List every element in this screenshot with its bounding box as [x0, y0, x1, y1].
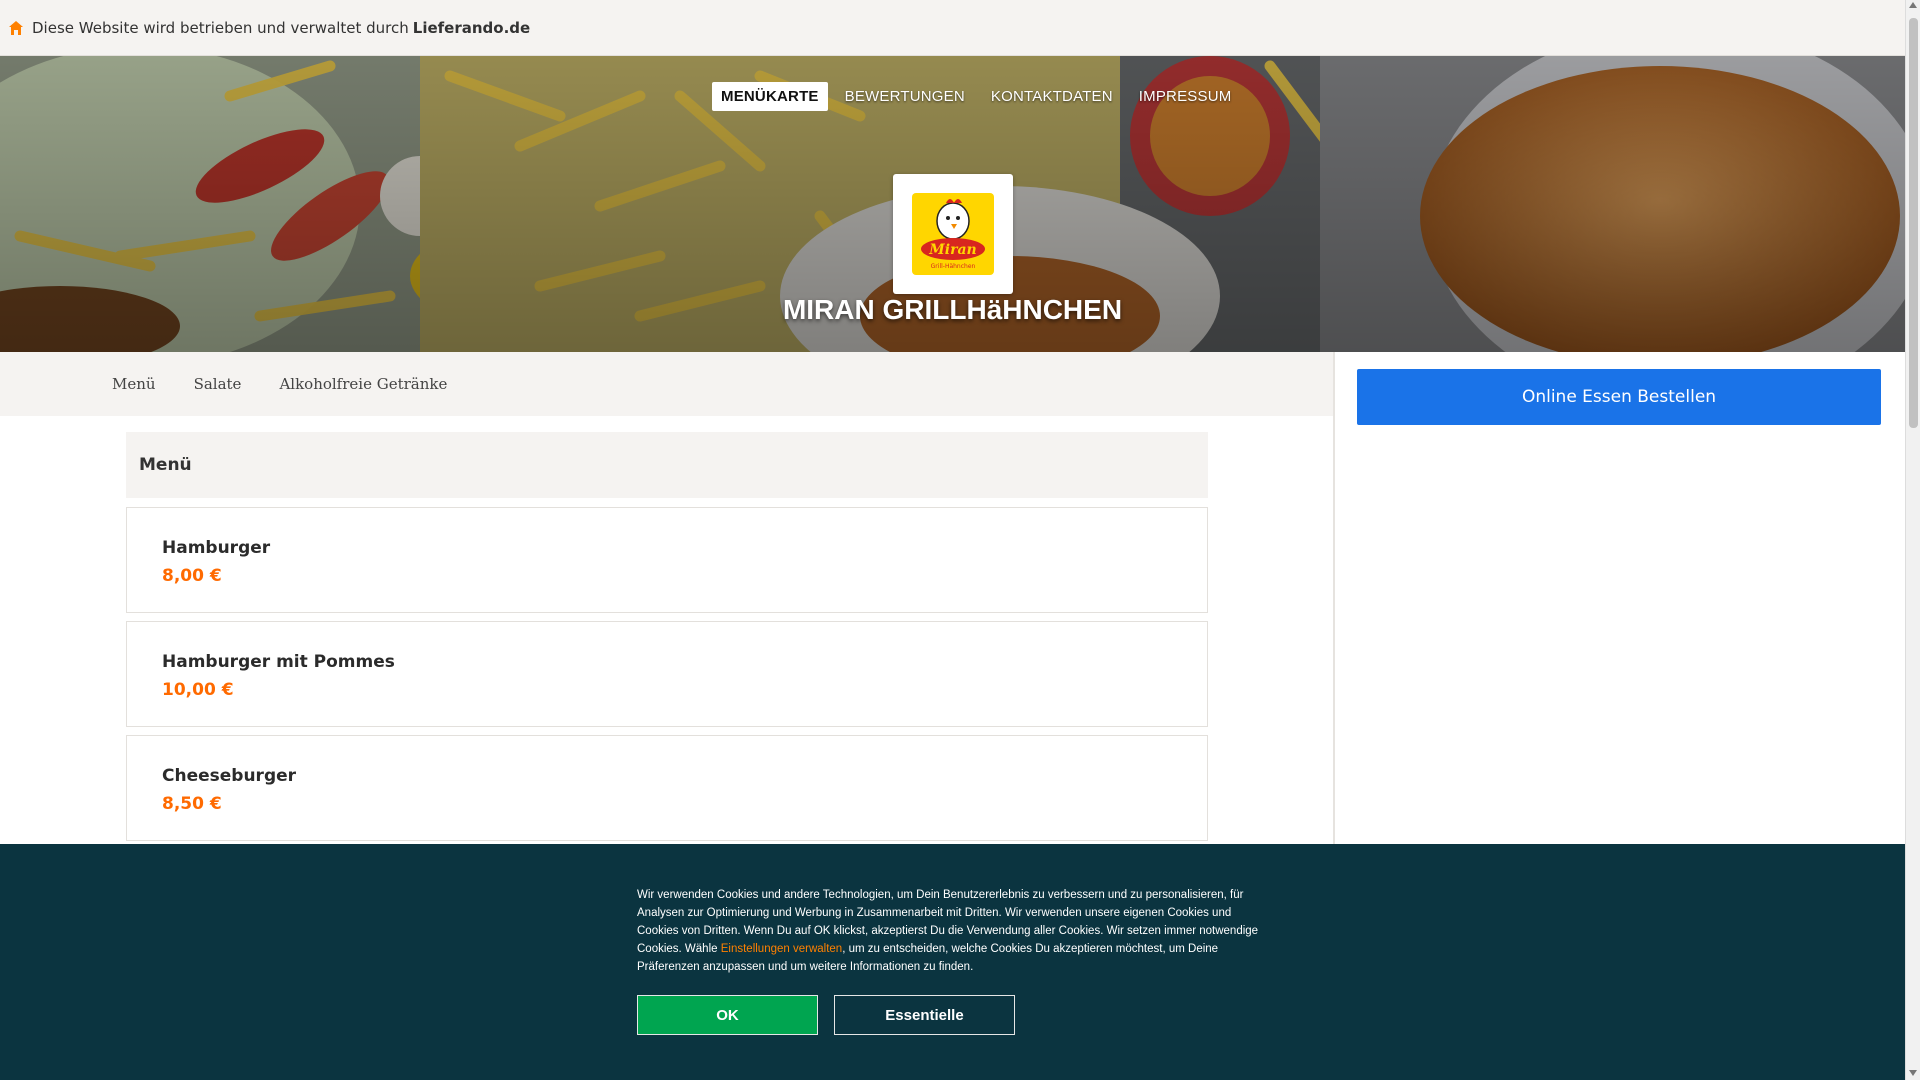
cookie-settings-link[interactable]: Einstellungen verwalten — [721, 943, 842, 955]
category-menu[interactable]: Menü — [112, 375, 156, 393]
item-name: Cheeseburger — [162, 766, 297, 786]
scroll-down-icon[interactable] — [1909, 1070, 1917, 1076]
menu-item[interactable]: Hamburger 8,00 € — [126, 507, 1208, 613]
cookie-ok-button[interactable]: OK — [637, 995, 818, 1035]
item-name: Hamburger — [162, 538, 271, 558]
category-soft-drinks[interactable]: Alkoholfreie Getränke — [279, 375, 447, 393]
cookie-essential-button[interactable]: Essentielle — [834, 995, 1015, 1035]
nav-menu[interactable]: MENÜKARTE — [712, 82, 828, 111]
hero-banner: MENÜKARTE BEWERTUNGEN KONTAKTDATEN IMPRE… — [0, 56, 1905, 352]
page-scrollbar[interactable] — [1905, 0, 1920, 1080]
menu-item[interactable]: Hamburger mit Pommes 10,00 € — [126, 621, 1208, 727]
cookie-text: Wir verwenden Cookies und andere Technol… — [637, 886, 1267, 976]
restaurant-name: MIRAN GRILLHäHNCHEN — [782, 294, 1123, 325]
item-price: 8,50 € — [162, 794, 222, 814]
cookie-banner: Wir verwenden Cookies und andere Technol… — [0, 844, 1905, 1080]
section-header: Menü — [126, 432, 1208, 498]
operator-notice-text: Diese Website wird betrieben und verwalt… — [32, 18, 409, 37]
category-bar: Menü Salate Alkoholfreie Getränke — [0, 352, 1333, 416]
main-nav: MENÜKARTE BEWERTUNGEN KONTAKTDATEN IMPRE… — [712, 82, 1240, 111]
logo-wordmark: Miran — [928, 242, 976, 258]
restaurant-logo: Miran Grill-Hähnchen — [893, 174, 1013, 294]
chicken-logo-icon: Miran Grill-Hähnchen — [912, 193, 994, 275]
sidebar-divider — [1333, 352, 1335, 844]
menu-item[interactable]: Cheeseburger 8,50 € — [126, 735, 1208, 841]
nav-reviews[interactable]: BEWERTUNGEN — [836, 82, 974, 111]
order-online-button[interactable]: Online Essen Bestellen — [1357, 369, 1881, 425]
home-icon — [8, 20, 24, 36]
scrollbar-thumb[interactable] — [1909, 18, 1918, 428]
item-price: 8,00 € — [162, 566, 222, 586]
item-name: Hamburger mit Pommes — [162, 652, 395, 672]
operator-notice-bar: Diese Website wird betrieben und verwalt… — [0, 0, 1905, 56]
logo-subtext: Grill-Hähnchen — [931, 263, 976, 270]
item-price: 10,00 € — [162, 680, 234, 700]
nav-imprint[interactable]: IMPRESSUM — [1130, 82, 1241, 111]
scroll-up-icon[interactable] — [1909, 2, 1917, 8]
operator-brand-link[interactable]: Lieferando.de — [413, 19, 530, 37]
category-salads[interactable]: Salate — [194, 375, 242, 393]
nav-contact[interactable]: KONTAKTDATEN — [982, 82, 1122, 111]
